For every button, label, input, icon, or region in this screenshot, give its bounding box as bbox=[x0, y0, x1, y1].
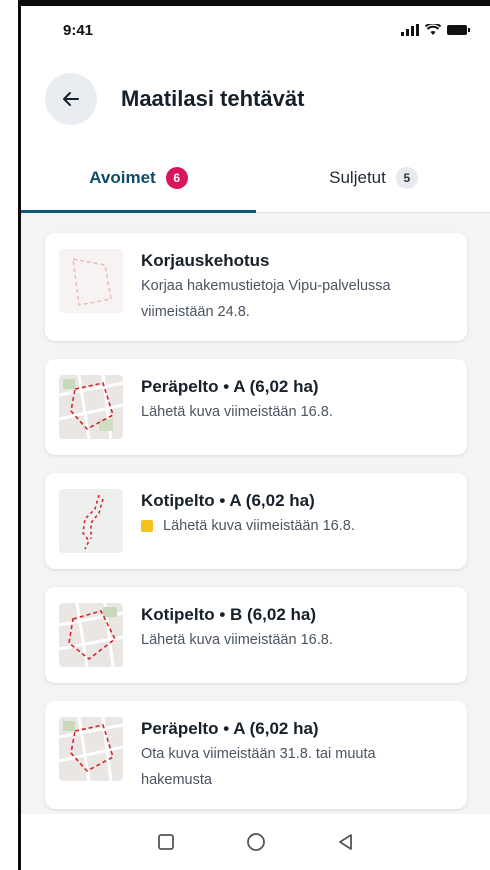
tab-closed-label: Suljetut bbox=[329, 168, 386, 187]
wifi-icon bbox=[425, 24, 441, 35]
task-card[interactable]: Korjauskehotus Korjaa hakemustietoja Vip… bbox=[45, 233, 467, 341]
top-area: 9:41 Maatilasi tehtävät Avoimet 6 Suljet… bbox=[21, 6, 490, 213]
task-body: Korjauskehotus Korjaa hakemustietoja Vip… bbox=[141, 249, 453, 325]
square-icon bbox=[158, 834, 174, 850]
task-card[interactable]: Kotipelto • B (6,02 ha) Lähetä kuva viim… bbox=[45, 587, 467, 683]
tab-closed[interactable]: Suljetut 5 bbox=[256, 144, 490, 212]
task-description-line: Ota kuva viimeistään 31.8. tai muuta bbox=[141, 746, 376, 762]
signal-icon bbox=[401, 24, 419, 36]
circle-icon bbox=[247, 833, 265, 851]
task-description-line: Korjaa hakemustietoja Vipu-palvelussa bbox=[141, 278, 391, 294]
phone-screen: 9:41 Maatilasi tehtävät Avoimet 6 Suljet… bbox=[18, 0, 490, 870]
home-button[interactable] bbox=[241, 827, 271, 857]
triangle-back-icon bbox=[339, 834, 352, 850]
task-list: Korjauskehotus Korjaa hakemustietoja Vip… bbox=[21, 213, 490, 809]
status-bar: 9:41 bbox=[21, 6, 490, 54]
tab-open-label: Avoimet bbox=[89, 168, 156, 187]
task-description-line: hakemusta bbox=[141, 772, 212, 788]
tab-open[interactable]: Avoimet 6 bbox=[21, 144, 256, 212]
task-description: Lähetä kuva viimeistään 16.8. bbox=[141, 513, 453, 539]
task-description: Ota kuva viimeistään 31.8. tai muuta hak… bbox=[141, 741, 453, 793]
task-card[interactable]: Peräpelto • A (6,02 ha) Ota kuva viimeis… bbox=[45, 701, 467, 809]
tab-bar: Avoimet 6 Suljetut 5 bbox=[21, 144, 490, 213]
open-count-badge: 6 bbox=[165, 167, 188, 189]
back-nav-button[interactable] bbox=[331, 827, 361, 857]
task-body: Peräpelto • A (6,02 ha) Ota kuva viimeis… bbox=[141, 717, 453, 793]
task-title: Peräpelto • A (6,02 ha) bbox=[141, 377, 319, 396]
closed-count-badge: 5 bbox=[395, 167, 418, 189]
task-description: Lähetä kuva viimeistään 16.8. bbox=[141, 404, 333, 420]
task-title: Kotipelto • A (6,02 ha) bbox=[141, 491, 315, 510]
back-button[interactable] bbox=[45, 73, 97, 125]
system-nav-bar bbox=[21, 814, 490, 870]
battery-icon bbox=[447, 25, 470, 35]
arrow-left-icon bbox=[63, 92, 79, 106]
task-card[interactable]: Kotipelto • A (6,02 ha) Lähetä kuva viim… bbox=[45, 473, 467, 569]
task-description: Korjaa hakemustietoja Vipu-palvelussa vi… bbox=[141, 273, 453, 325]
task-body: Kotipelto • A (6,02 ha) Lähetä kuva viim… bbox=[141, 489, 453, 553]
app-bar: Maatilasi tehtävät bbox=[21, 54, 490, 144]
warning-indicator-icon bbox=[141, 520, 153, 532]
field-thumbnail bbox=[59, 375, 123, 439]
status-time: 9:41 bbox=[63, 21, 94, 39]
recents-button[interactable] bbox=[151, 827, 181, 857]
field-thumbnail bbox=[59, 489, 123, 553]
task-description: Lähetä kuva viimeistään 16.8. bbox=[141, 632, 333, 648]
task-body: Kotipelto • B (6,02 ha) Lähetä kuva viim… bbox=[141, 603, 453, 667]
page-title: Maatilasi tehtävät bbox=[121, 86, 305, 111]
status-icons bbox=[401, 24, 471, 36]
task-title: Korjauskehotus bbox=[141, 251, 270, 270]
task-description-text: Lähetä kuva viimeistään 16.8. bbox=[163, 518, 355, 534]
task-description-line: viimeistään 24.8. bbox=[141, 304, 250, 320]
field-thumbnail bbox=[59, 249, 123, 313]
task-card[interactable]: Peräpelto • A (6,02 ha) Lähetä kuva viim… bbox=[45, 359, 467, 455]
task-title: Peräpelto • A (6,02 ha) bbox=[141, 719, 319, 738]
task-title: Kotipelto • B (6,02 ha) bbox=[141, 605, 317, 624]
task-body: Peräpelto • A (6,02 ha) Lähetä kuva viim… bbox=[141, 375, 453, 439]
field-thumbnail bbox=[59, 603, 123, 667]
field-thumbnail bbox=[59, 717, 123, 781]
